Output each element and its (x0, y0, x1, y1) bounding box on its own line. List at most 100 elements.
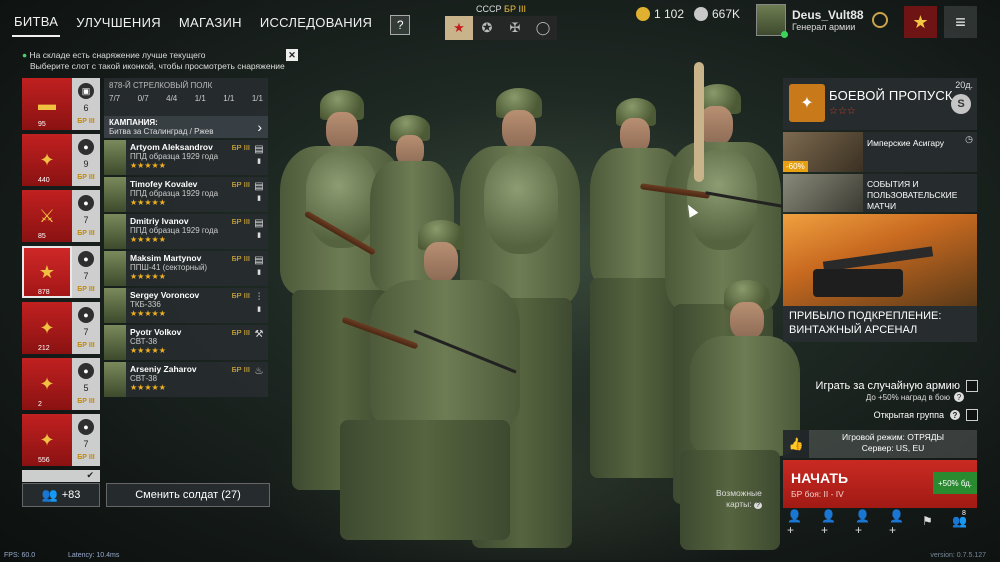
star-icon[interactable]: ★ (904, 6, 937, 38)
start-button[interactable]: НАЧАТЬ БР боя: II - IV +50% бд. (783, 460, 977, 508)
battle-pass-timer: 20д. (955, 80, 973, 90)
nation-selector: СССР БР III ★ ✪ ✠ ◯ (445, 4, 557, 40)
squad-flag: ★ 878 (22, 246, 72, 298)
battle-pass-title: БОЕВОЙ ПРОПУСК (829, 88, 953, 103)
soldier-row[interactable]: Pyotr Volkov СВТ-38 ★★★★★ БР III ⚒ (104, 325, 268, 360)
squad-card[interactable]: ⚔ 85 ● 7 БР III (22, 190, 100, 242)
add-friend-icon[interactable]: 👤+ (821, 509, 841, 537)
nav-shop[interactable]: МАГАЗИН (177, 13, 244, 36)
notice-line-2: Выберите слот с такой иконкой, чтобы про… (30, 61, 285, 71)
promo-reinforcement[interactable]: ПРИБЫЛО ПОДКРЕПЛЕНИЕ: ВИНТАЖНЫЙ АРСЕНАЛ (783, 214, 977, 342)
help-icon: ? (754, 502, 762, 509)
squad-card[interactable]: ✦ 2 ● 5 БР III (22, 358, 100, 410)
close-icon[interactable]: ✕ (286, 49, 298, 61)
possible-maps[interactable]: Возможные карты: ? (716, 488, 762, 511)
squad-card-selected[interactable]: ★ 878 ● 7 БР III (22, 246, 100, 298)
random-army-label: Играть за случайную армию (815, 380, 960, 392)
nav-upgrades[interactable]: УЛУЧШЕНИЯ (74, 13, 163, 36)
stat-soldiers: 7/7 (109, 94, 121, 103)
squad-card[interactable]: ✦ 556 ● 7 БР III (22, 414, 100, 466)
campaign-selector[interactable]: КАМПАНИЯ: Битва за Сталинград / Ржев › (104, 116, 268, 138)
game-mode-label: Игровой режим: ОТРЯДЫ (842, 432, 944, 442)
add-friend-icon[interactable]: 👤+ (889, 509, 909, 537)
equipment-notice: ● На складе есть снаряжение лучше текуще… (22, 50, 298, 72)
soldier-portrait (104, 177, 126, 212)
tab-japan-circle-icon[interactable]: ◯ (529, 16, 557, 40)
squad-flag: ✦ 212 (22, 302, 72, 354)
squad-card[interactable]: ✦ 212 ● 7 БР III (22, 302, 100, 354)
soldier-row[interactable]: Sergey Voroncov ТКБ-336 ★★★★★ БР III ⫶ ▮ (104, 288, 268, 323)
gold-amount: 1 102 (654, 7, 685, 21)
stat-engineer: 1/1 (223, 94, 235, 103)
battle-pass-badge: S (951, 94, 971, 114)
squad-list-more[interactable]: ✔ (22, 470, 100, 482)
soldier-row[interactable]: Arseniy Zaharov СВТ-38 ★★★★★ БР III ♨ (104, 362, 268, 397)
clock-icon: ◷ (965, 134, 973, 144)
promo-title: Имперские Асигару (867, 138, 945, 148)
flag-pole (694, 62, 704, 182)
gold-balance[interactable]: 1 102 (636, 7, 684, 21)
game-mode-panel[interactable]: 👍 Игровой режим: ОТРЯДЫ Сервер: US, EU (783, 430, 977, 458)
people-icon: 👥 (41, 487, 58, 502)
soldier-class-icon: ⫶ ▮ (257, 292, 261, 313)
nation-br: БР III (504, 4, 526, 14)
main-nav: БИТВА УЛУЧШЕНИЯ МАГАЗИН ИССЛЕДОВАНИЯ ? (12, 12, 411, 37)
nav-research[interactable]: ИССЛЕДОВАНИЯ (258, 13, 374, 36)
soldier-row[interactable]: Timofey Kovalev ППД образца 1929 года ★★★★… (104, 177, 268, 212)
chevron-right-icon: › (257, 119, 262, 135)
group-slots: 👤+ 👤+ 👤+ 👤+ (787, 509, 909, 537)
player-profile[interactable]: Deus_Vult88 Генерал армии (756, 4, 864, 38)
soldier-portrait (104, 362, 126, 397)
squad-header: 878-Й СТРЕЛКОВЫЙ ПОЛК 7/7 0/7 4/4 1/1 1/… (104, 78, 268, 116)
nation-tabs: ★ ✪ ✠ ◯ (445, 16, 557, 40)
stat-slots: 0/7 (137, 94, 149, 103)
random-army-checkbox[interactable] (966, 380, 978, 392)
squad-card[interactable]: ▬ 95 ▣ 6 БР III (22, 78, 100, 130)
player-name: Deus_Vult88 (792, 8, 864, 22)
soldier-icon: ● (78, 139, 94, 156)
thumbs-up-icon[interactable]: 👍 (783, 430, 809, 458)
server-label: Сервер: US, EU (861, 443, 925, 453)
soldier-portrait (104, 251, 126, 286)
soldier-class-wrench-icon: ⚒ (254, 329, 264, 340)
tab-ussr-star-icon[interactable]: ★ (445, 16, 473, 40)
silver-balance[interactable]: 667K (694, 7, 740, 21)
menu-icon[interactable]: ≡ (944, 6, 977, 38)
friends-count: +83 (61, 489, 81, 501)
random-army-sub: До +50% наград в бою ? (866, 392, 964, 402)
soldier-row[interactable]: Maksim Martynov ППШ-41 (секторный) ★★★★★ Б… (104, 251, 268, 286)
promo-ashigaru[interactable]: -60% Имперские Асигару ◷ (783, 132, 977, 172)
flag-icon[interactable]: ⚑ (922, 514, 933, 528)
help-icon[interactable]: ? (954, 392, 964, 402)
silver-amount: 667K (712, 7, 741, 21)
promo-events[interactable]: СОБЫТИЯ И ПОЛЬЗОВАТЕЛЬСКИЕ МАТЧИ (783, 174, 977, 212)
nav-battle[interactable]: БИТВА (12, 12, 61, 37)
soldier-icon: ● (78, 363, 94, 380)
squad-flag: ▬ 95 (22, 78, 72, 130)
avatar (756, 4, 788, 38)
soldier-icon: ● (78, 251, 94, 268)
battle-pass-panel[interactable]: ✦ БОЕВОЙ ПРОПУСК ☆☆☆ 20д. S (783, 78, 977, 130)
soldier-portrait (104, 140, 126, 175)
help-icon[interactable]: ? (950, 410, 960, 420)
stat-grenadier: 1/1 (251, 94, 263, 103)
soldier-row[interactable]: Dmitriy Ivanov ППД образца 1929 года ★★★★★… (104, 214, 268, 249)
soldier-portrait (104, 325, 126, 360)
promo-title: СОБЫТИЯ И ПОЛЬЗОВАТЕЛЬСКИЕ МАТЧИ (867, 179, 958, 211)
tab-germany-cross-icon[interactable]: ✠ (501, 16, 529, 40)
tab-usa-star-icon[interactable]: ✪ (473, 16, 501, 40)
soldier-row[interactable]: Artyom Aleksandrov ППД образца 1929 года ★… (104, 140, 268, 175)
top-bar: БИТВА УЛУЧШЕНИЯ МАГАЗИН ИССЛЕДОВАНИЯ ? С… (0, 0, 1000, 46)
squad-card[interactable]: ✦ 440 ● 9 БР III (22, 134, 100, 186)
open-group-checkbox[interactable] (966, 409, 978, 421)
open-group-option[interactable]: Открытая группа ? (874, 409, 978, 421)
add-friend-icon[interactable]: 👤+ (855, 509, 875, 537)
random-army-option[interactable]: Играть за случайную армию (816, 380, 978, 392)
add-friend-icon[interactable]: 👤+ (787, 509, 807, 537)
squad-title: 878-Й СТРЕЛКОВЫЙ ПОЛК (109, 81, 213, 90)
change-soldier-button[interactable]: Сменить солдат (27) (106, 483, 270, 507)
friends-button[interactable]: 👥 +83 (22, 483, 100, 507)
help-button[interactable]: ? (390, 14, 411, 35)
latency-counter: Latency: 10.4ms (68, 552, 120, 559)
sale-badge: -60% (783, 161, 808, 172)
